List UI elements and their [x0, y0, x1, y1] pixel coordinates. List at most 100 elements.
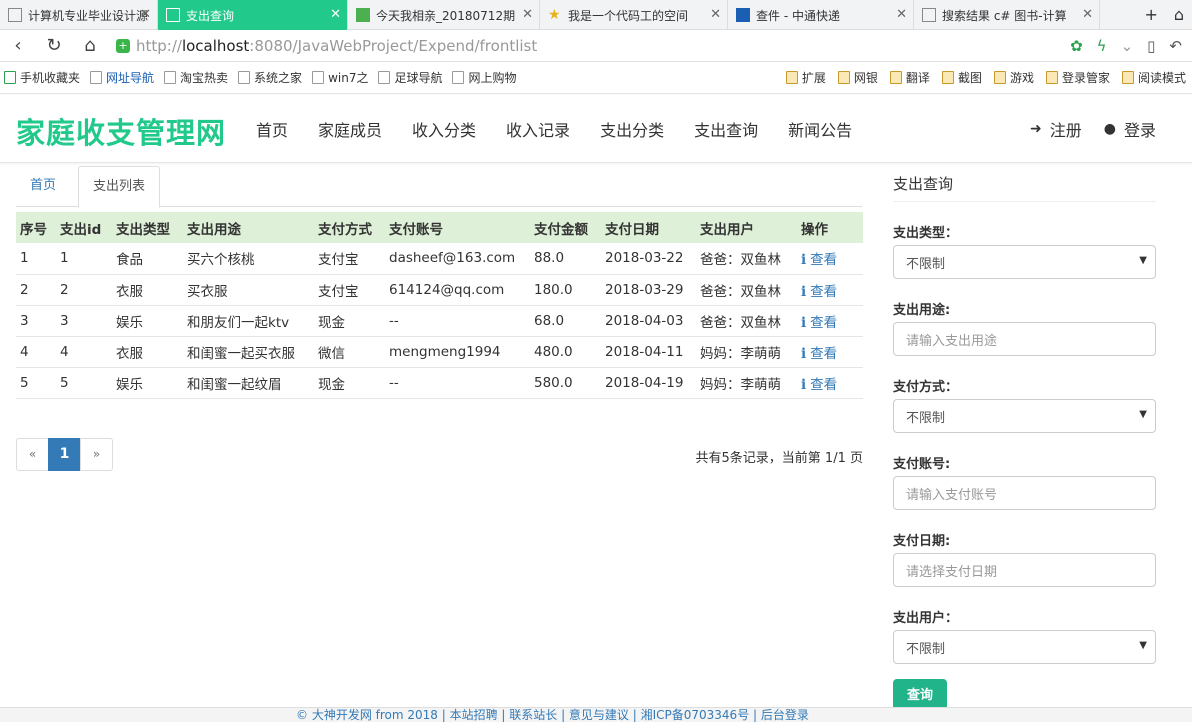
view-link[interactable]: i 查看 [797, 336, 863, 368]
page-icon [90, 71, 103, 84]
url-scheme: http:// [136, 36, 182, 55]
login-label: 登录 [1123, 121, 1156, 140]
view-link[interactable]: i 查看 [797, 243, 863, 275]
table-cell: 妈妈：李萌萌 [696, 367, 797, 399]
search-panel-title: 支出查询 [893, 166, 1156, 202]
extension-item[interactable]: 登录管家 [1045, 69, 1110, 86]
bank-icon [837, 71, 850, 84]
shirt-icon[interactable]: ⌂ [1174, 5, 1184, 24]
table-cell: dasheef@163.com [385, 243, 530, 275]
table-cell: 买六个核桃 [183, 243, 314, 275]
table-cell: 1 [56, 243, 112, 275]
home-icon[interactable]: ⌂ [72, 35, 108, 56]
payment-method-select[interactable]: 不限制 ▼ [893, 399, 1156, 433]
next-page-button[interactable]: » [80, 438, 113, 471]
chevron-down-icon[interactable]: ⌄ [1121, 37, 1134, 55]
prev-page-button[interactable]: « [16, 438, 49, 471]
pay-date-input[interactable]: 请选择支付日期 [893, 553, 1156, 587]
content-tabs: 首页 支出列表 [16, 166, 862, 208]
zto-icon [736, 8, 750, 22]
extension-label: 扩展 [801, 71, 826, 85]
nav-item-home[interactable]: 首页 [256, 117, 288, 141]
bookmark-item[interactable]: 系统之家 [238, 69, 302, 86]
tab-home[interactable]: 首页 [16, 166, 70, 207]
extension-item[interactable]: 扩展 [785, 69, 826, 86]
close-icon[interactable]: ✕ [330, 7, 341, 22]
lightning-icon[interactable]: ϟ [1097, 37, 1107, 55]
bookmark-item[interactable]: win7之 [312, 69, 368, 86]
close-icon[interactable]: ✕ [522, 7, 533, 22]
table-cell: 和朋友们一起ktv [183, 305, 314, 337]
bookmark-item[interactable]: 网址导航 [90, 69, 154, 86]
nav-item-members[interactable]: 家庭成员 [318, 117, 382, 141]
phone-icon[interactable]: ▯ [1147, 37, 1155, 55]
column-header: 支付账号 [385, 212, 530, 243]
expense-type-select[interactable]: 不限制 ▼ [893, 245, 1156, 279]
url-field[interactable]: + http://localhost:8080/JavaWebProject/E… [116, 37, 1070, 55]
table-cell: 微信 [314, 336, 385, 368]
table-cell: 买衣服 [183, 274, 314, 306]
back-icon[interactable]: ‹ [0, 35, 36, 56]
extension-item[interactable]: 截图 [941, 69, 982, 86]
bookmark-label: 网址导航 [106, 71, 155, 85]
browser-tab[interactable]: 搜索结果 c# 图书-计算 ✕ [914, 0, 1100, 30]
page-icon [166, 8, 180, 22]
extension-item[interactable]: 阅读模式 [1121, 69, 1186, 86]
expense-user-value: 不限制 [906, 641, 946, 657]
close-icon[interactable]: ✕ [710, 7, 721, 22]
view-link[interactable]: i 查看 [797, 274, 863, 306]
register-link[interactable]: ➜ 注册 [1030, 117, 1082, 141]
browser-tab[interactable]: 查件 - 中通快递 ✕ [728, 0, 914, 30]
nav-item-income-category[interactable]: 收入分类 [412, 117, 476, 141]
view-link[interactable]: i 查看 [797, 367, 863, 399]
bookmark-item[interactable]: 足球导航 [378, 69, 442, 86]
site-footer: © 大神开发网 from 2018 | 本站招聘 | 联系站长 | 意见与建议 … [0, 707, 1192, 722]
bookmark-item[interactable]: 网上购物 [452, 69, 516, 86]
url-host: localhost [181, 36, 250, 55]
refresh-icon[interactable]: ✿ [1070, 37, 1083, 55]
site-logo[interactable]: 家庭收支管理网 [16, 110, 226, 152]
bookmark-label: 淘宝热卖 [180, 71, 229, 85]
table-cell: 爸爸：双鱼林 [696, 243, 797, 275]
table-cell: 480.0 [530, 336, 601, 368]
extension-item[interactable]: 网银 [837, 69, 878, 86]
nav-item-expense-category[interactable]: 支出分类 [600, 117, 664, 141]
login-link[interactable]: ● 登录 [1104, 117, 1156, 141]
bookmark-item[interactable]: 手机收藏夹 [4, 69, 80, 86]
table-cell: mengmeng1994 [385, 336, 530, 368]
extension-item[interactable]: 翻译 [889, 69, 930, 86]
sign-in-icon: ➜ [1030, 121, 1042, 137]
view-link[interactable]: i 查看 [797, 305, 863, 337]
extension-label: 截图 [957, 71, 982, 85]
browser-tab-active[interactable]: 支出查询 ✕ [158, 0, 348, 30]
close-icon[interactable]: ✕ [1082, 7, 1093, 22]
table-cell: 衣服 [112, 274, 183, 306]
column-header: 支付日期 [601, 212, 696, 243]
tab-label: 计算机专业毕业设计源 [28, 8, 149, 23]
nav-item-expense-query[interactable]: 支出查询 [694, 117, 758, 141]
star-icon: ★ [548, 7, 561, 23]
video-icon [356, 8, 370, 22]
nav-item-news[interactable]: 新闻公告 [788, 117, 852, 141]
reload-icon[interactable]: ↻ [36, 35, 72, 56]
expense-user-select[interactable]: 不限制 ▼ [893, 630, 1156, 664]
table-cell: 娱乐 [112, 305, 183, 337]
page-button-current[interactable]: 1 [48, 438, 81, 471]
undo-icon[interactable]: ↶ [1169, 37, 1182, 55]
browser-tab[interactable]: ★ 我是一个代码工的空间 ✕ [540, 0, 728, 30]
new-tab-icon[interactable]: + [1144, 5, 1157, 24]
bookmark-item[interactable]: 淘宝热卖 [164, 69, 228, 86]
info-icon: i [801, 376, 807, 393]
purpose-input[interactable]: 请输入支出用途 [893, 322, 1156, 356]
close-icon[interactable]: ✕ [896, 7, 907, 22]
expense-table: 序号 支出id 支出类型 支出用途 支付方式 支付账号 支付金额 支付日期 支出… [16, 212, 863, 399]
close-icon[interactable]: ✕ [140, 7, 151, 22]
browser-tab[interactable]: 今天我相亲_20180712期 ✕ [348, 0, 540, 30]
tab-expense-list[interactable]: 支出列表 [78, 166, 161, 208]
shield-icon: + [116, 38, 130, 53]
account-input[interactable]: 请输入支付账号 [893, 476, 1156, 510]
browser-tab[interactable]: 计算机专业毕业设计源 ✕ [0, 0, 158, 30]
url-path: :8080/JavaWebProject/Expend/frontlist [249, 36, 538, 55]
nav-item-income-records[interactable]: 收入记录 [506, 117, 570, 141]
extension-item[interactable]: 游戏 [993, 69, 1034, 86]
